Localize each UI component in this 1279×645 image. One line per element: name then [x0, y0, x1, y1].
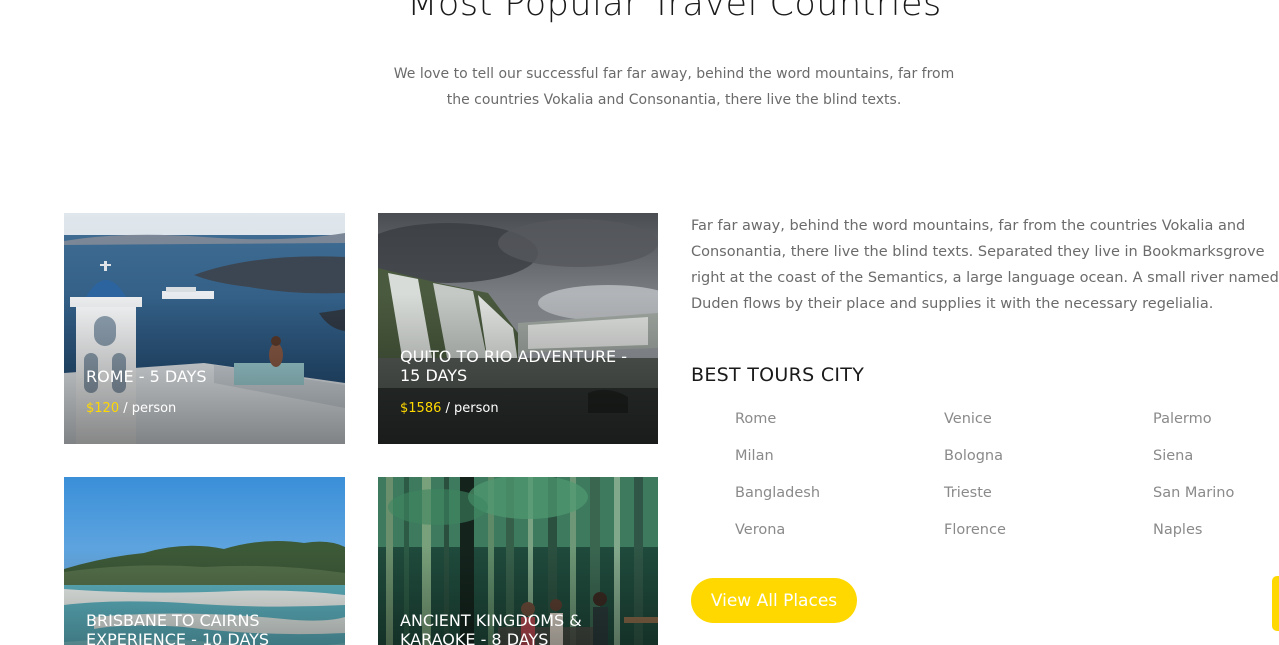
tour-title: QUITO TO RIO ADVENTURE - 15 DAYS: [400, 347, 628, 385]
city-link-siena[interactable]: Siena: [1153, 448, 1193, 464]
tour-card-quito-rio[interactable]: QUITO TO RIO ADVENTURE - 15 DAYS $1586 /…: [378, 213, 658, 444]
city-link-venice[interactable]: Venice: [944, 411, 992, 427]
tour-title: BRISBANE TO CAIRNS EXPERIENCE - 10 DAYS: [86, 611, 270, 645]
tour-price: $120: [86, 401, 120, 416]
tour-price-line: $1586 / person: [400, 401, 499, 416]
tour-card-brisbane-cairns[interactable]: BRISBANE TO CAIRNS EXPERIENCE - 10 DAYS: [64, 477, 345, 645]
page: Most Popular Travel Countries We love to…: [0, 0, 1279, 645]
view-all-places-button[interactable]: View All Places: [691, 578, 857, 623]
tour-title: ROME - 5 DAYS: [86, 367, 207, 386]
section-title: Most Popular Travel Countries: [407, 0, 942, 24]
about-text: Far far away, behind the word mountains,…: [691, 218, 1279, 312]
city-link-bologna[interactable]: Bologna: [944, 448, 1003, 464]
tour-card-ancient-kingdoms[interactable]: ANCIENT KINGDOMS & KARAOKE - 8 DAYS: [378, 477, 658, 645]
city-link-san-marino[interactable]: San Marino: [1153, 485, 1234, 501]
city-link-palermo[interactable]: Palermo: [1153, 411, 1212, 427]
city-link-naples[interactable]: Naples: [1153, 522, 1202, 538]
price-unit: / person: [119, 401, 177, 416]
city-link-verona[interactable]: Verona: [735, 522, 785, 538]
floating-side-tab[interactable]: [1272, 576, 1279, 631]
city-link-rome[interactable]: Rome: [735, 411, 776, 427]
tour-card-rome[interactable]: ROME - 5 DAYS $120 / person: [64, 213, 345, 444]
city-link-bangladesh[interactable]: Bangladesh: [735, 485, 820, 501]
tour-title: ANCIENT KINGDOMS & KARAOKE - 8 DAYS: [400, 611, 582, 645]
price-unit: / person: [441, 401, 499, 416]
section-subtitle: We love to tell our successful far far a…: [393, 66, 955, 108]
city-link-florence[interactable]: Florence: [944, 522, 1006, 538]
tour-price: $1586: [400, 401, 442, 416]
best-tours-title: BEST TOURS CITY: [691, 364, 865, 386]
city-link-milan[interactable]: Milan: [735, 448, 774, 464]
city-link-trieste[interactable]: Trieste: [944, 485, 992, 501]
tour-price-line: $120 / person: [86, 401, 176, 416]
